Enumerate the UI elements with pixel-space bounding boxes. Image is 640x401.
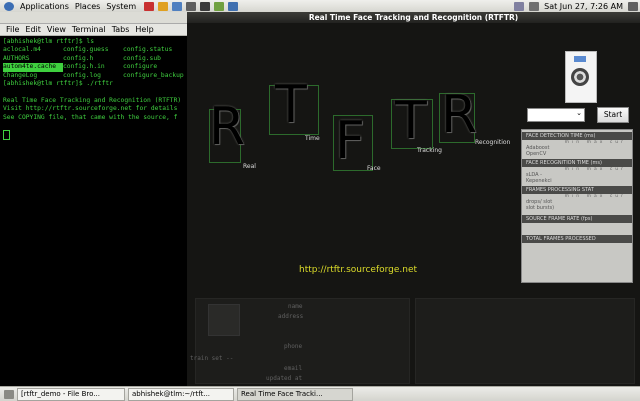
project-url[interactable]: http://rtftr.sourceforge.net — [299, 265, 417, 275]
terminal-window[interactable]: File Edit View Terminal Tabs Help [abhis… — [0, 12, 190, 386]
face-list-panel — [415, 298, 635, 384]
stats-row-label: OpenCV — [526, 151, 547, 157]
terminal-line: [abhishek@tlm rtftr]$ ls — [3, 38, 94, 45]
menu-edit[interactable]: Edit — [25, 25, 41, 34]
video-file-icon[interactable] — [565, 51, 597, 103]
terminal-line: Real Time Face Tracking and Recognition … — [3, 96, 182, 104]
launcher-icon[interactable] — [158, 1, 169, 11]
email-label: email — [284, 365, 303, 372]
banner-letter: R — [441, 85, 478, 145]
stats-header: FACE RECOGNITION TIME (ms) — [522, 159, 632, 167]
phone-label: phone — [284, 343, 303, 350]
stats-row-label: slot bursts) — [526, 205, 555, 211]
rtftr-window[interactable]: Real Time Face Tracking and Recognition … — [187, 12, 640, 386]
menu-terminal[interactable]: Terminal — [72, 25, 106, 34]
show-desktop-icon[interactable] — [4, 389, 14, 399]
address-label: address — [278, 313, 304, 320]
banner-word: Real — [243, 163, 256, 170]
source-select[interactable]: ⌄ — [527, 108, 585, 122]
chevron-down-icon: ⌄ — [576, 109, 582, 117]
launcher-icon[interactable] — [186, 1, 197, 11]
start-button[interactable]: Start — [597, 107, 629, 123]
fedora-logo-icon[interactable] — [4, 1, 14, 11]
menu-applications[interactable]: Applications — [20, 2, 69, 11]
terminal-line: See COPYING file, that came with the sou… — [3, 113, 178, 121]
terminal-output[interactable]: [abhishek@tlm rtftr]$ ls aclocal.m4 confi… — [0, 36, 190, 386]
train-set-label: train set -- — [190, 355, 234, 362]
banner-letter: R — [209, 97, 246, 157]
task-file-browser[interactable]: [rtftr_demo - File Bro... — [17, 387, 125, 401]
menu-places[interactable]: Places — [75, 2, 100, 11]
task-rtftr[interactable]: Real Time Face Tracki... — [237, 387, 353, 401]
stats-panel: FACE DETECTION TIME (ms) min max cur Ada… — [521, 129, 633, 283]
menu-help[interactable]: Help — [135, 25, 153, 34]
notification-area: Sat Jun 27, 7:26 AM — [509, 0, 638, 12]
banner-word: Recognition — [475, 139, 511, 146]
stats-header: SOURCE FRAME RATE (fps) — [522, 215, 632, 223]
terminal-line: aclocal.m4 config.guess config.status — [3, 46, 173, 54]
menu-system[interactable]: System — [106, 2, 136, 11]
banner-word: Time — [305, 135, 320, 142]
launcher-icon[interactable] — [228, 1, 239, 11]
menu-tabs[interactable]: Tabs — [112, 25, 130, 34]
task-terminal[interactable]: abhishek@tlm:~/rtft... — [128, 387, 234, 401]
stats-header: FACE DETECTION TIME (ms) — [522, 132, 632, 140]
banner-letter: F — [335, 111, 365, 171]
face-info-panel: name address phone train set -- email up… — [190, 298, 410, 384]
terminal-line: autom4te.cache config.h.in configure — [3, 63, 158, 72]
stats-header: TOTAL FRAMES PROCESSED — [522, 235, 632, 243]
volume-icon[interactable] — [529, 1, 540, 11]
clock[interactable]: Sat Jun 27, 7:26 AM — [544, 2, 623, 11]
banner-word: Face — [367, 165, 381, 172]
terminal-line: ChangeLog config.log configure_backup — [3, 71, 184, 79]
banner-letter: T — [275, 75, 307, 135]
stats-row-label: Kepenekci — [526, 178, 552, 184]
rtftr-body: R Real T Time F Face T Tracking R Recogn… — [187, 23, 640, 386]
banner-letter: T — [395, 91, 427, 151]
terminal-line: Visit http://rtftr.sourceforge.net for d… — [3, 105, 178, 113]
terminal-menubar: File Edit View Terminal Tabs Help — [0, 24, 190, 36]
launcher-icon[interactable] — [200, 1, 211, 11]
stats-header: FRAMES PROCESSING STAT — [522, 186, 632, 194]
launcher-icon[interactable] — [144, 1, 155, 11]
rtftr-titlebar[interactable]: Real Time Face Tracking and Recognition … — [187, 12, 640, 23]
taskbar: [rtftr_demo - File Bro... abhishek@tlm:~… — [0, 386, 640, 401]
name-label: name — [288, 303, 303, 310]
launcher-icon[interactable] — [172, 1, 183, 11]
terminal-cursor — [3, 130, 187, 143]
menu-view[interactable]: View — [47, 25, 66, 34]
launcher-icon[interactable] — [214, 1, 225, 11]
terminal-line: [abhishek@tlm rtftr]$ ./rtftr — [3, 80, 113, 88]
updated-label: updated at — [266, 375, 303, 382]
power-icon[interactable] — [628, 1, 638, 11]
rtftr-banner: R Real T Time F Face T Tracking R Recogn… — [195, 39, 515, 275]
face-photo — [208, 304, 240, 336]
menu-file[interactable]: File — [6, 25, 19, 34]
terminal-titlebar[interactable] — [0, 12, 190, 24]
network-icon[interactable] — [514, 1, 525, 11]
banner-word: Tracking — [417, 147, 442, 154]
terminal-line: AUTHORS config.h config.sub — [3, 54, 161, 62]
